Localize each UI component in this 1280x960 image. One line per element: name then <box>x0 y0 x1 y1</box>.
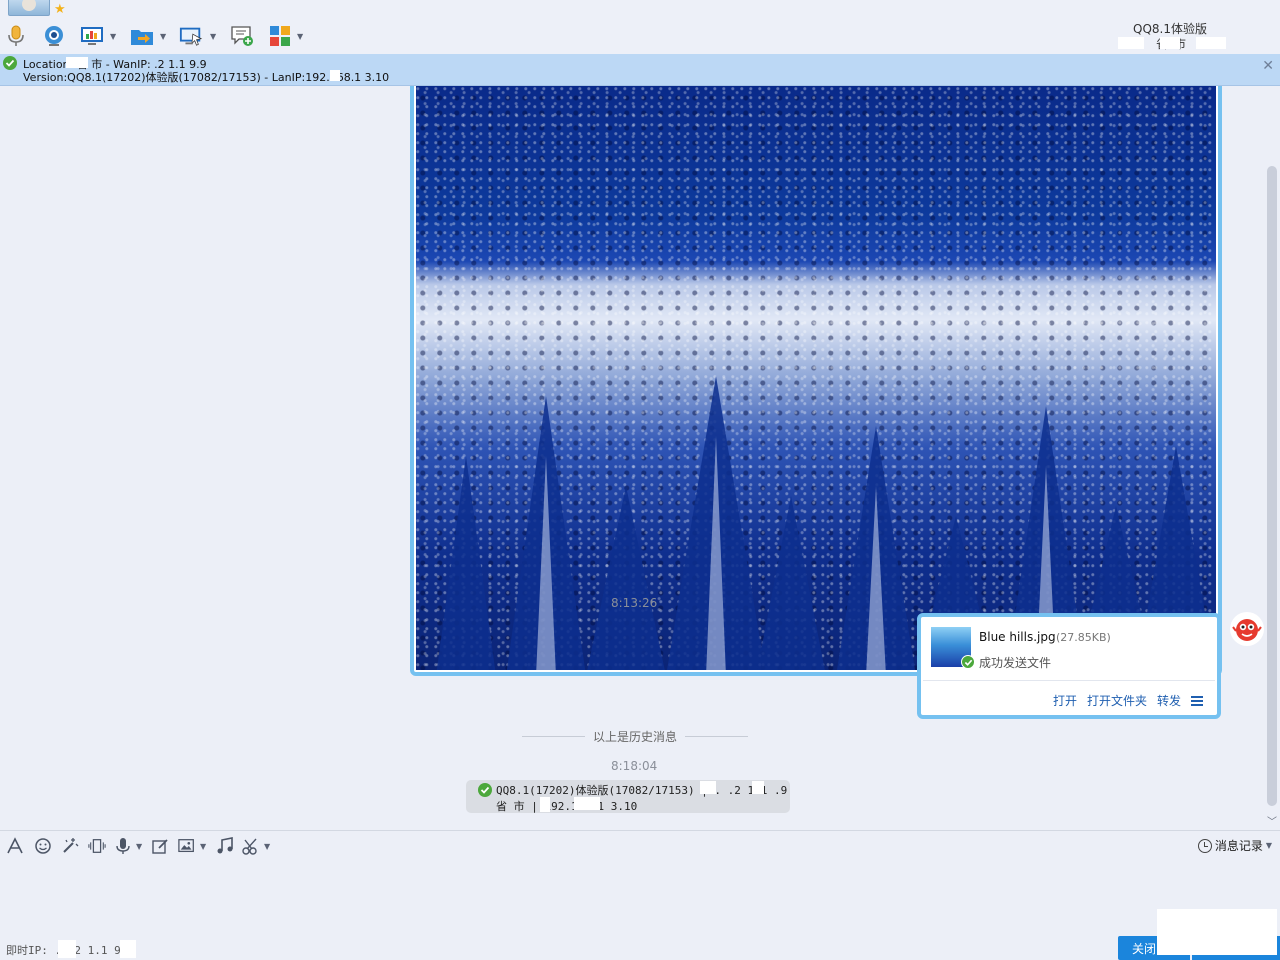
chevron-down-icon[interactable]: ﹀ <box>1267 813 1277 828</box>
redaction-mask <box>1196 37 1226 49</box>
check-circle-icon <box>3 56 17 70</box>
redaction-mask <box>1160 37 1180 49</box>
music-icon[interactable] <box>216 837 234 855</box>
chevron-down-icon[interactable]: ▼ <box>264 842 270 851</box>
star-icon[interactable]: ★ <box>54 2 66 18</box>
chat-scrollbar[interactable]: ﹀ <box>1264 86 1280 830</box>
system-info-message: QQ8.1(17202)体验版(17082/17153) | . .2 1.1 … <box>466 780 790 813</box>
redaction-mask <box>66 57 88 68</box>
message-input[interactable] <box>0 860 1280 936</box>
check-circle-icon <box>961 655 975 669</box>
chat-message-area[interactable]: 8:13:26 Blue hills.jpg (27.85KB) 成功发送文件 … <box>0 86 1264 830</box>
contact-info-bar: Location: 省 市 - WanIP: .2 1.1 9.9 Versio… <box>0 54 1280 86</box>
font-icon[interactable] <box>6 837 24 855</box>
file-size: (27.85KB) <box>1056 631 1111 644</box>
redaction-mask <box>330 70 340 81</box>
message-timestamp: 8:18:04 <box>611 759 658 773</box>
chevron-down-icon[interactable]: ▼ <box>160 32 166 41</box>
edit-icon[interactable] <box>151 837 169 855</box>
close-icon[interactable]: ✕ <box>1262 58 1274 74</box>
chevron-down-icon[interactable]: ▼ <box>210 32 216 41</box>
input-toolbar: ▼ ▼ ▼ 消息记录 ▼ <box>0 830 1280 860</box>
top-toolbar: ★ ▼ ▼ ▼ ▼ QQ8.1体验版 省市 <box>0 0 1280 54</box>
message-timestamp: 8:13:26 <box>611 596 658 610</box>
remote-desktop-icon[interactable] <box>80 24 104 48</box>
system-version-line: QQ8.1(17202)体验版(17082/17153) | . .2 1.1 … <box>496 784 788 797</box>
vibrate-icon[interactable] <box>88 837 106 855</box>
apps-icon[interactable] <box>268 24 292 48</box>
redaction-mask <box>1118 37 1144 49</box>
file-message[interactable]: Blue hills.jpg (27.85KB) 成功发送文件 打开 打开文件夹… <box>917 613 1221 719</box>
chevron-down-icon[interactable]: ▼ <box>136 842 142 851</box>
history-separator-label: 以上是历史消息 <box>593 730 678 744</box>
system-location-line: 省 市 | 192.168.1 3.10 <box>496 800 638 813</box>
chevron-down-icon[interactable]: ▼ <box>1266 841 1272 850</box>
screen-share-icon[interactable] <box>179 24 203 48</box>
redaction-mask <box>58 940 76 958</box>
file-name: Blue hills.jpg <box>979 630 1056 644</box>
chevron-down-icon[interactable]: ▼ <box>110 32 116 41</box>
own-avatar[interactable] <box>1230 612 1264 646</box>
clock-icon <box>1197 838 1212 853</box>
image-icon[interactable] <box>178 837 196 855</box>
blue-forest-photo[interactable] <box>416 86 1216 670</box>
microphone-icon[interactable] <box>4 24 28 48</box>
send-file-icon[interactable] <box>130 24 154 48</box>
message-history-label: 消息记录 <box>1214 839 1263 853</box>
menu-icon[interactable] <box>1191 695 1203 706</box>
forward-link[interactable]: 转发 <box>1157 692 1181 709</box>
redaction-mask <box>120 940 136 958</box>
magic-wand-icon[interactable] <box>61 837 79 855</box>
message-history-button[interactable]: 消息记录 ▼ <box>1197 837 1272 854</box>
emoji-icon[interactable] <box>34 837 52 855</box>
file-status: 成功发送文件 <box>979 656 1052 670</box>
redaction-mask <box>574 797 600 810</box>
redaction-mask <box>1157 909 1277 955</box>
open-file-link[interactable]: 打开 <box>1053 692 1077 709</box>
redaction-mask <box>700 781 716 794</box>
check-circle-icon <box>478 783 492 797</box>
image-message[interactable] <box>410 86 1222 676</box>
video-camera-icon[interactable] <box>42 24 66 48</box>
chevron-down-icon[interactable]: ▼ <box>200 842 206 851</box>
redaction-mask <box>752 781 764 794</box>
redaction-mask <box>540 797 550 812</box>
screenshot-scissors-icon[interactable] <box>242 837 260 855</box>
chevron-down-icon[interactable]: ▼ <box>297 32 303 41</box>
open-folder-link[interactable]: 打开文件夹 <box>1087 692 1147 709</box>
voice-message-icon[interactable] <box>114 837 132 855</box>
history-separator: 以上是历史消息 <box>522 728 749 745</box>
scrollbar-thumb[interactable] <box>1267 166 1277 806</box>
new-discussion-icon[interactable] <box>230 24 254 48</box>
contact-avatar[interactable] <box>8 0 50 16</box>
